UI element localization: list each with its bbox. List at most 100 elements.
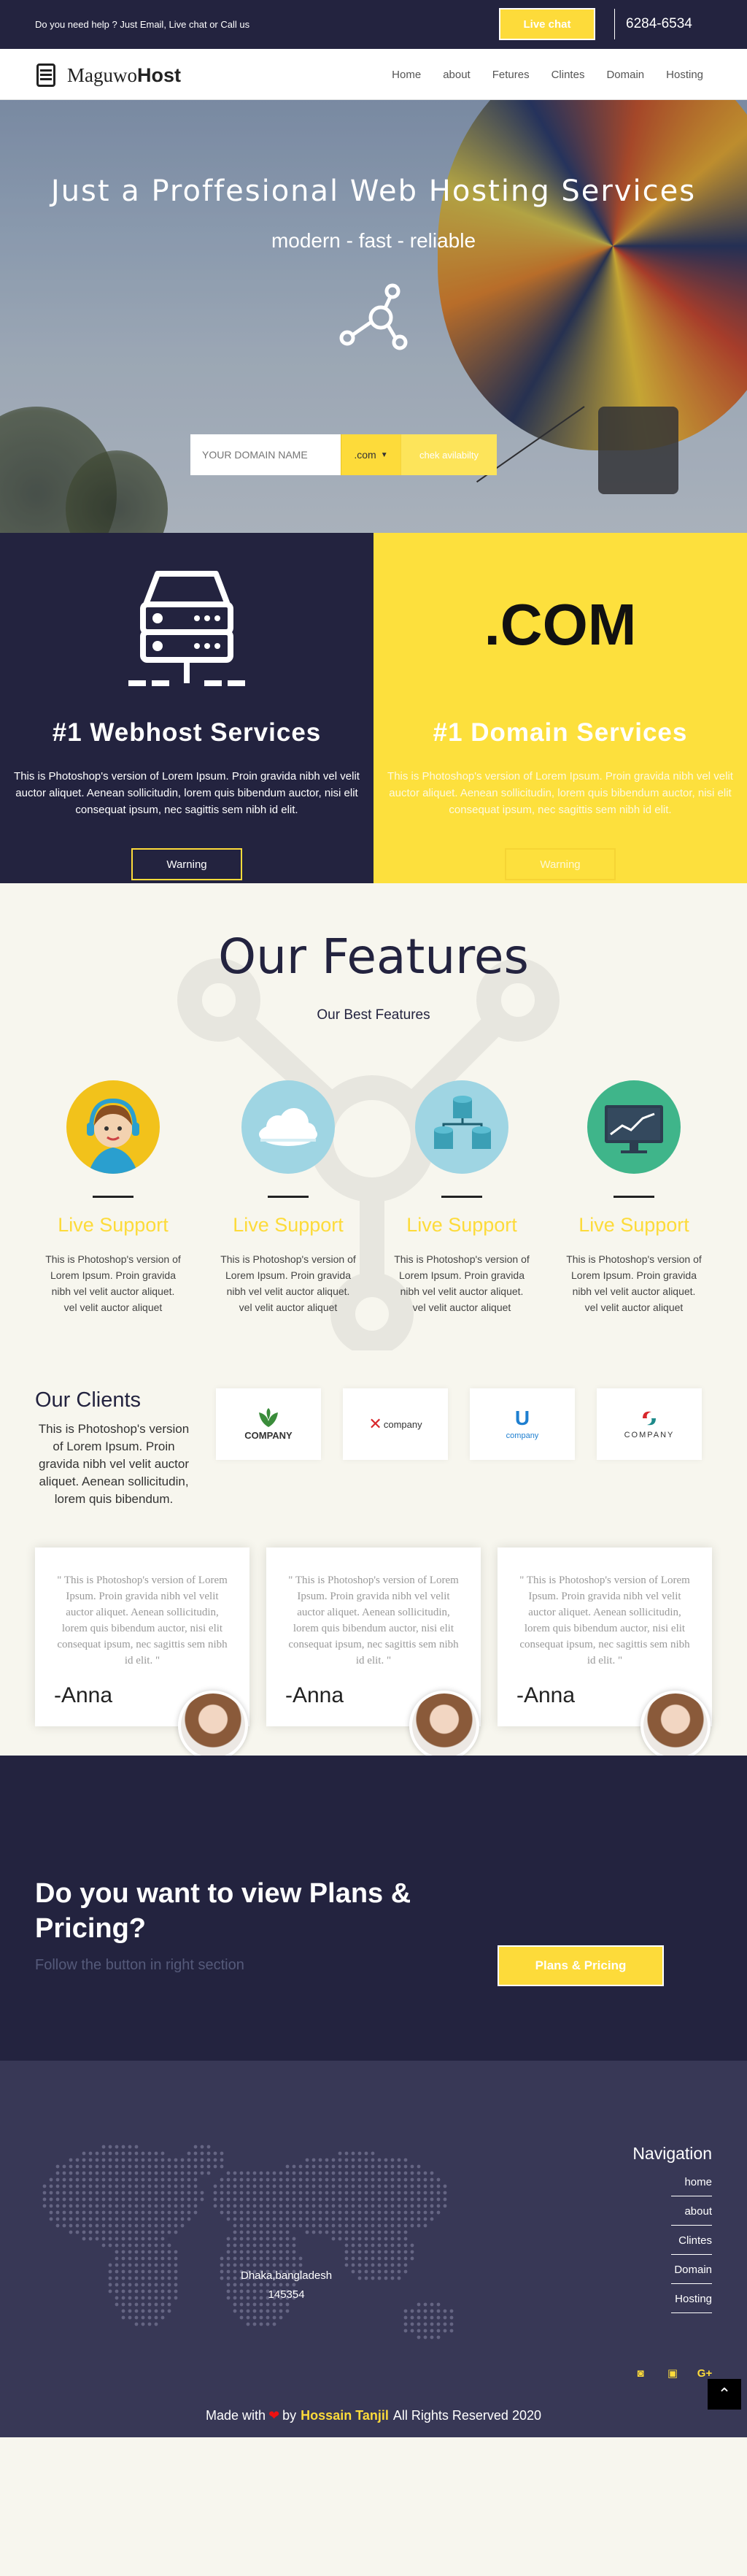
client-logo[interactable]: ✕ company	[343, 1388, 448, 1460]
instagram-icon[interactable]: ◙	[633, 2366, 648, 2380]
database-icon	[415, 1080, 508, 1174]
monitor-chart-icon	[587, 1080, 681, 1174]
avatar	[640, 1691, 711, 1761]
hero-tagline: modern - fast - reliable	[271, 229, 476, 252]
feature-text: This is Photoshop's version of Lorem Ips…	[566, 1253, 702, 1313]
footer-link-domain[interactable]: Domain	[671, 2264, 712, 2284]
footer: Dhaka,bangladesh 145354 Navigation home …	[0, 2061, 747, 2437]
swirl-logo-icon	[643, 1411, 656, 1426]
chevron-down-icon: ▼	[380, 450, 388, 459]
rights-text: All Rights Reserved 2020	[392, 2407, 541, 2423]
nav-links: Home about Fetures Clintes Domain Hostin…	[370, 49, 703, 100]
testimonial-name: -Anna	[54, 1683, 113, 1707]
feature-text: This is Photoshop's version of Lorem Ips…	[394, 1253, 530, 1313]
dotcom-label: .COM	[484, 592, 637, 657]
testimonial-name: -Anna	[516, 1683, 576, 1707]
topbar-divider	[614, 9, 615, 39]
tld-select[interactable]: .com ▼	[341, 434, 400, 475]
social-links: ◙ ▣ G+	[633, 2366, 712, 2380]
by-text: by	[282, 2407, 297, 2423]
features-section: Our Features Our Best Features Live Supp…	[0, 883, 747, 1358]
footer-link-hosting[interactable]: Hosting	[671, 2293, 712, 2313]
testimonial-card: " This is Photoshop's version of Lorem I…	[35, 1547, 249, 1761]
domain-search-form: .com ▼ chek avilabilty	[190, 434, 497, 475]
live-chat-button[interactable]: Live chat	[499, 8, 595, 40]
feature-card: Live Support This is Photoshop's version…	[39, 1080, 187, 1315]
domain-service-card: .COM #1 Domain Services This is Photosho…	[374, 533, 747, 883]
webhost-service-card: #1 Webhost Services This is Photoshop's …	[0, 533, 374, 883]
x-logo-icon: ✕	[368, 1415, 382, 1433]
heart-icon: ❤	[268, 2407, 280, 2423]
site-logo[interactable]: MaguwoHost	[36, 64, 181, 87]
testimonial-quote: " This is Photoshop's version of Lorem I…	[57, 1575, 228, 1666]
client-logo-label: COMPANY	[244, 1429, 293, 1441]
check-availability-button[interactable]: chek avilabilty	[400, 434, 497, 475]
testimonial-quote: " This is Photoshop's version of Lorem I…	[519, 1575, 690, 1666]
webhost-title: #1 Webhost Services	[52, 718, 322, 747]
domain-input[interactable]	[190, 434, 341, 475]
phone-number[interactable]: 6284-6534	[626, 16, 692, 32]
testimonial-card: " This is Photoshop's version of Lorem I…	[498, 1547, 712, 1761]
nav-clients[interactable]: Clintes	[551, 69, 585, 81]
domain-text: This is Photoshop's version of Lorem Ips…	[387, 770, 733, 816]
scroll-top-button[interactable]: ⌃	[708, 2379, 741, 2410]
nav-domain[interactable]: Domain	[606, 69, 644, 81]
webhost-warning-button[interactable]: Warning	[131, 848, 242, 880]
testimonial-quote: " This is Photoshop's version of Lorem I…	[288, 1575, 459, 1666]
plans-cta-section: Do you want to view Plans & Pricing? Fol…	[0, 1756, 747, 2061]
address-code: 145354	[268, 2288, 305, 2301]
features-title: Our Features	[218, 928, 529, 985]
feature-title: Live Support	[578, 1214, 689, 1236]
avatar	[409, 1691, 479, 1761]
feature-card: Live Support This is Photoshop's version…	[560, 1080, 708, 1315]
nav-features[interactable]: Fetures	[492, 69, 530, 81]
feature-card: Live Support This is Photoshop's version…	[388, 1080, 535, 1315]
clients-text: This is Photoshop's version of Lorem Ips…	[38, 1422, 190, 1506]
domain-title: #1 Domain Services	[433, 718, 688, 747]
client-logo[interactable]: COMPANY	[597, 1388, 702, 1460]
copyright: Made with ❤ by Hossain Tanjil All Rights…	[0, 2394, 747, 2437]
feature-card: Live Support This is Photoshop's version…	[214, 1080, 362, 1315]
plans-subtitle: Follow the button in right section	[35, 1957, 244, 1973]
client-logo-label: company	[383, 1418, 422, 1430]
plans-title: Do you want to view Plans & Pricing?	[35, 1878, 411, 1944]
client-logo-label: company	[506, 1431, 539, 1440]
author-name[interactable]: Hossain Tanjil	[301, 2408, 389, 2423]
brand-name: MaguwoHost	[67, 64, 181, 87]
tld-value: .com	[354, 449, 376, 461]
feature-title: Live Support	[233, 1214, 344, 1236]
top-bar: Do you need help ? Just Email, Live chat…	[0, 0, 747, 49]
client-logo[interactable]: U company	[470, 1388, 575, 1460]
client-logos: COMPANY ✕ company U company COMPANY	[216, 1388, 702, 1460]
services-section: #1 Webhost Services This is Photoshop's …	[0, 533, 747, 883]
brand-name-light: Maguwo	[67, 64, 137, 86]
hero-section: Just a Proffesional Web Hosting Services…	[0, 100, 747, 533]
chevron-up-icon: ⌃	[717, 2385, 732, 2403]
nav-about[interactable]: about	[443, 69, 471, 81]
hero-title: Just a Proffesional Web Hosting Services	[50, 174, 697, 208]
domain-warning-button[interactable]: Warning	[505, 848, 616, 880]
u-logo-icon: U	[514, 1407, 530, 1429]
feature-divider	[441, 1196, 482, 1198]
brand-name-bold: Host	[137, 64, 181, 86]
network-hub-icon	[339, 283, 408, 350]
footer-link-about[interactable]: about	[671, 2205, 712, 2226]
client-logo[interactable]: COMPANY	[216, 1388, 321, 1460]
server-logo-icon	[36, 64, 55, 87]
clients-section: Our Clients This is Photoshop's version …	[0, 1358, 747, 1547]
leaf-logo-icon	[259, 1407, 278, 1427]
plans-pricing-button[interactable]: Plans & Pricing	[498, 1945, 664, 1986]
made-with-text: Made with	[206, 2407, 266, 2423]
footer-link-home[interactable]: home	[671, 2176, 712, 2196]
nav-home[interactable]: Home	[392, 69, 421, 81]
testimonial-card: " This is Photoshop's version of Lorem I…	[266, 1547, 481, 1761]
testimonial-name: -Anna	[285, 1683, 344, 1707]
main-navbar: MaguwoHost Home about Fetures Clintes Do…	[0, 49, 747, 100]
twitter-icon[interactable]: ▣	[665, 2366, 680, 2380]
google-plus-icon[interactable]: G+	[697, 2366, 712, 2380]
feature-divider	[93, 1196, 133, 1198]
feature-text: This is Photoshop's version of Lorem Ips…	[220, 1253, 356, 1313]
clients-title: Our Clients	[35, 1388, 142, 1412]
nav-hosting[interactable]: Hosting	[666, 69, 703, 81]
footer-link-clients[interactable]: Clintes	[671, 2234, 712, 2255]
